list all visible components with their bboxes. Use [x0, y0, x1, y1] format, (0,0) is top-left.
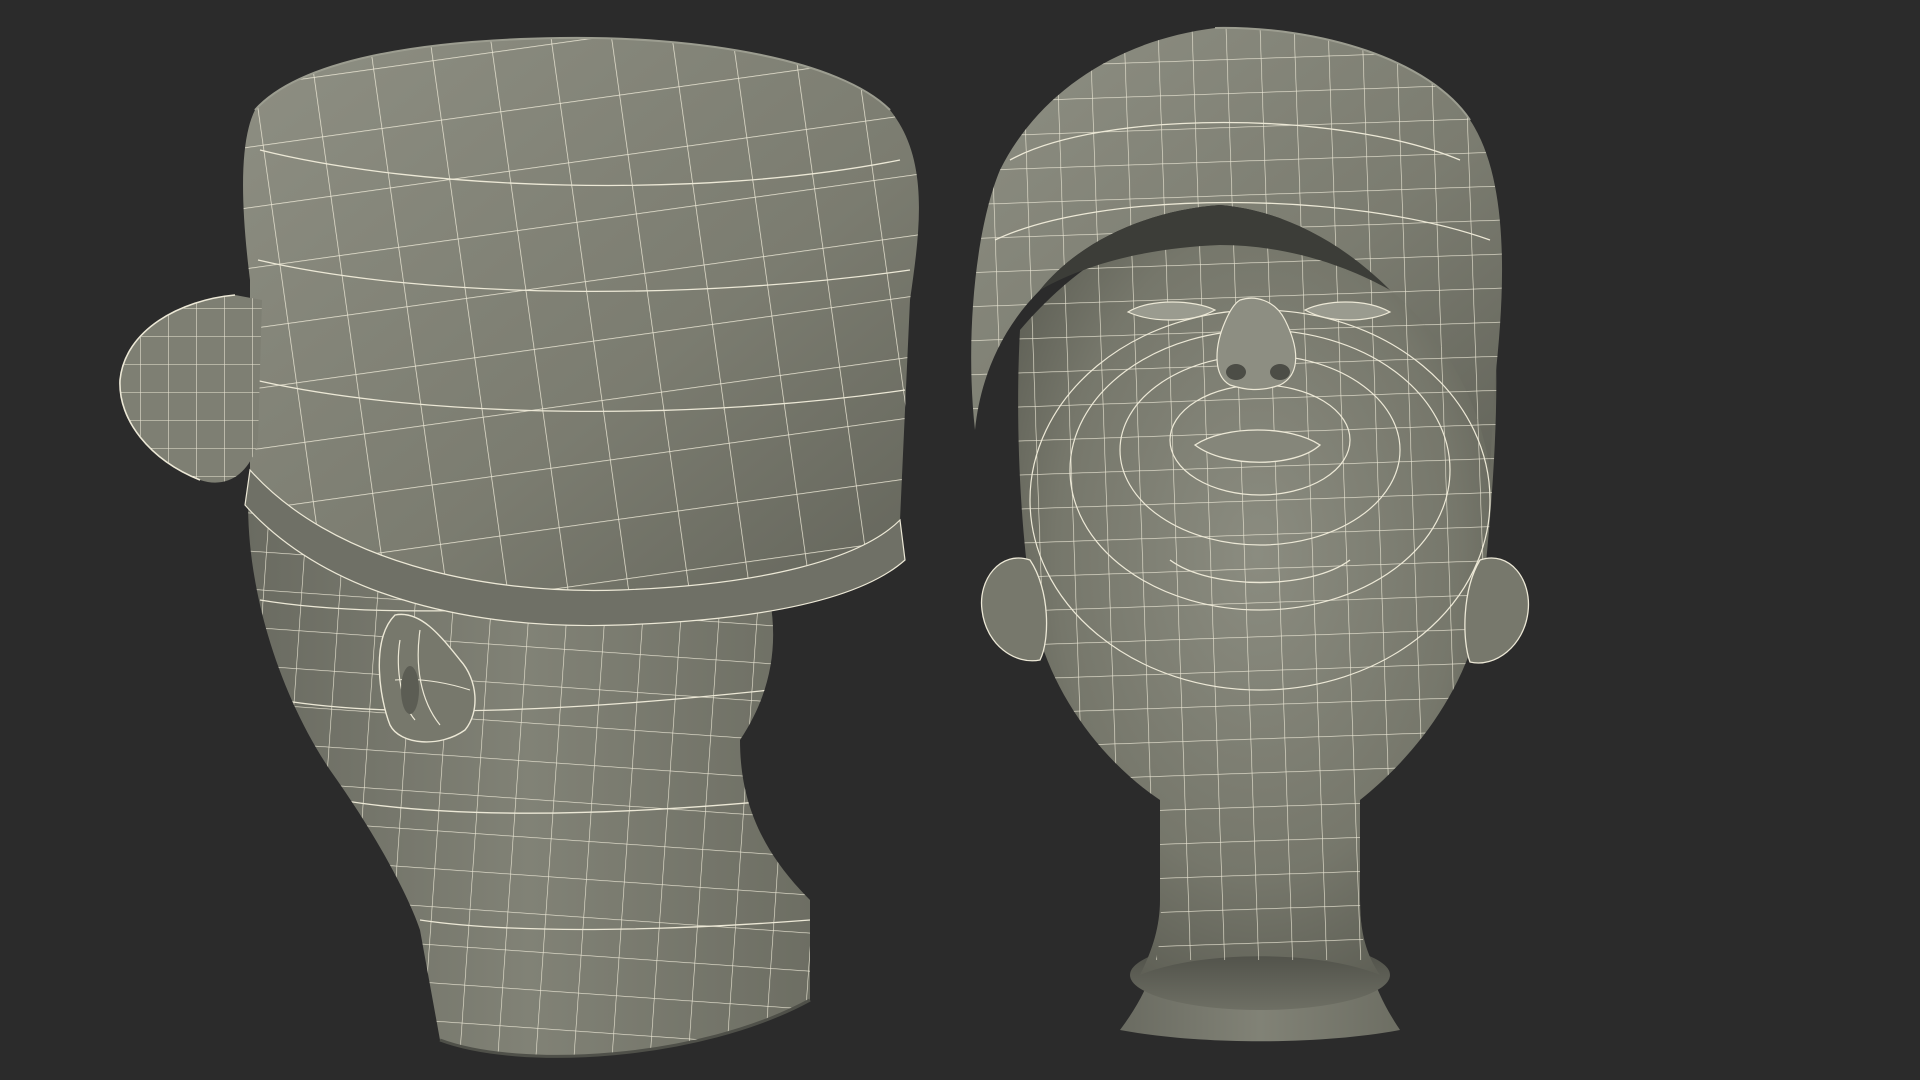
three-quarter-back-view — [119, 36, 919, 1058]
bottom-up-view — [971, 26, 1530, 1042]
nostril-left — [1226, 364, 1246, 380]
render-viewport — [0, 0, 1920, 1080]
nostril-right — [1270, 364, 1290, 380]
render-canvas — [119, 26, 1530, 1058]
left-cap-mesh — [243, 36, 919, 627]
ear-right — [1464, 557, 1530, 664]
ear-left — [980, 557, 1048, 662]
